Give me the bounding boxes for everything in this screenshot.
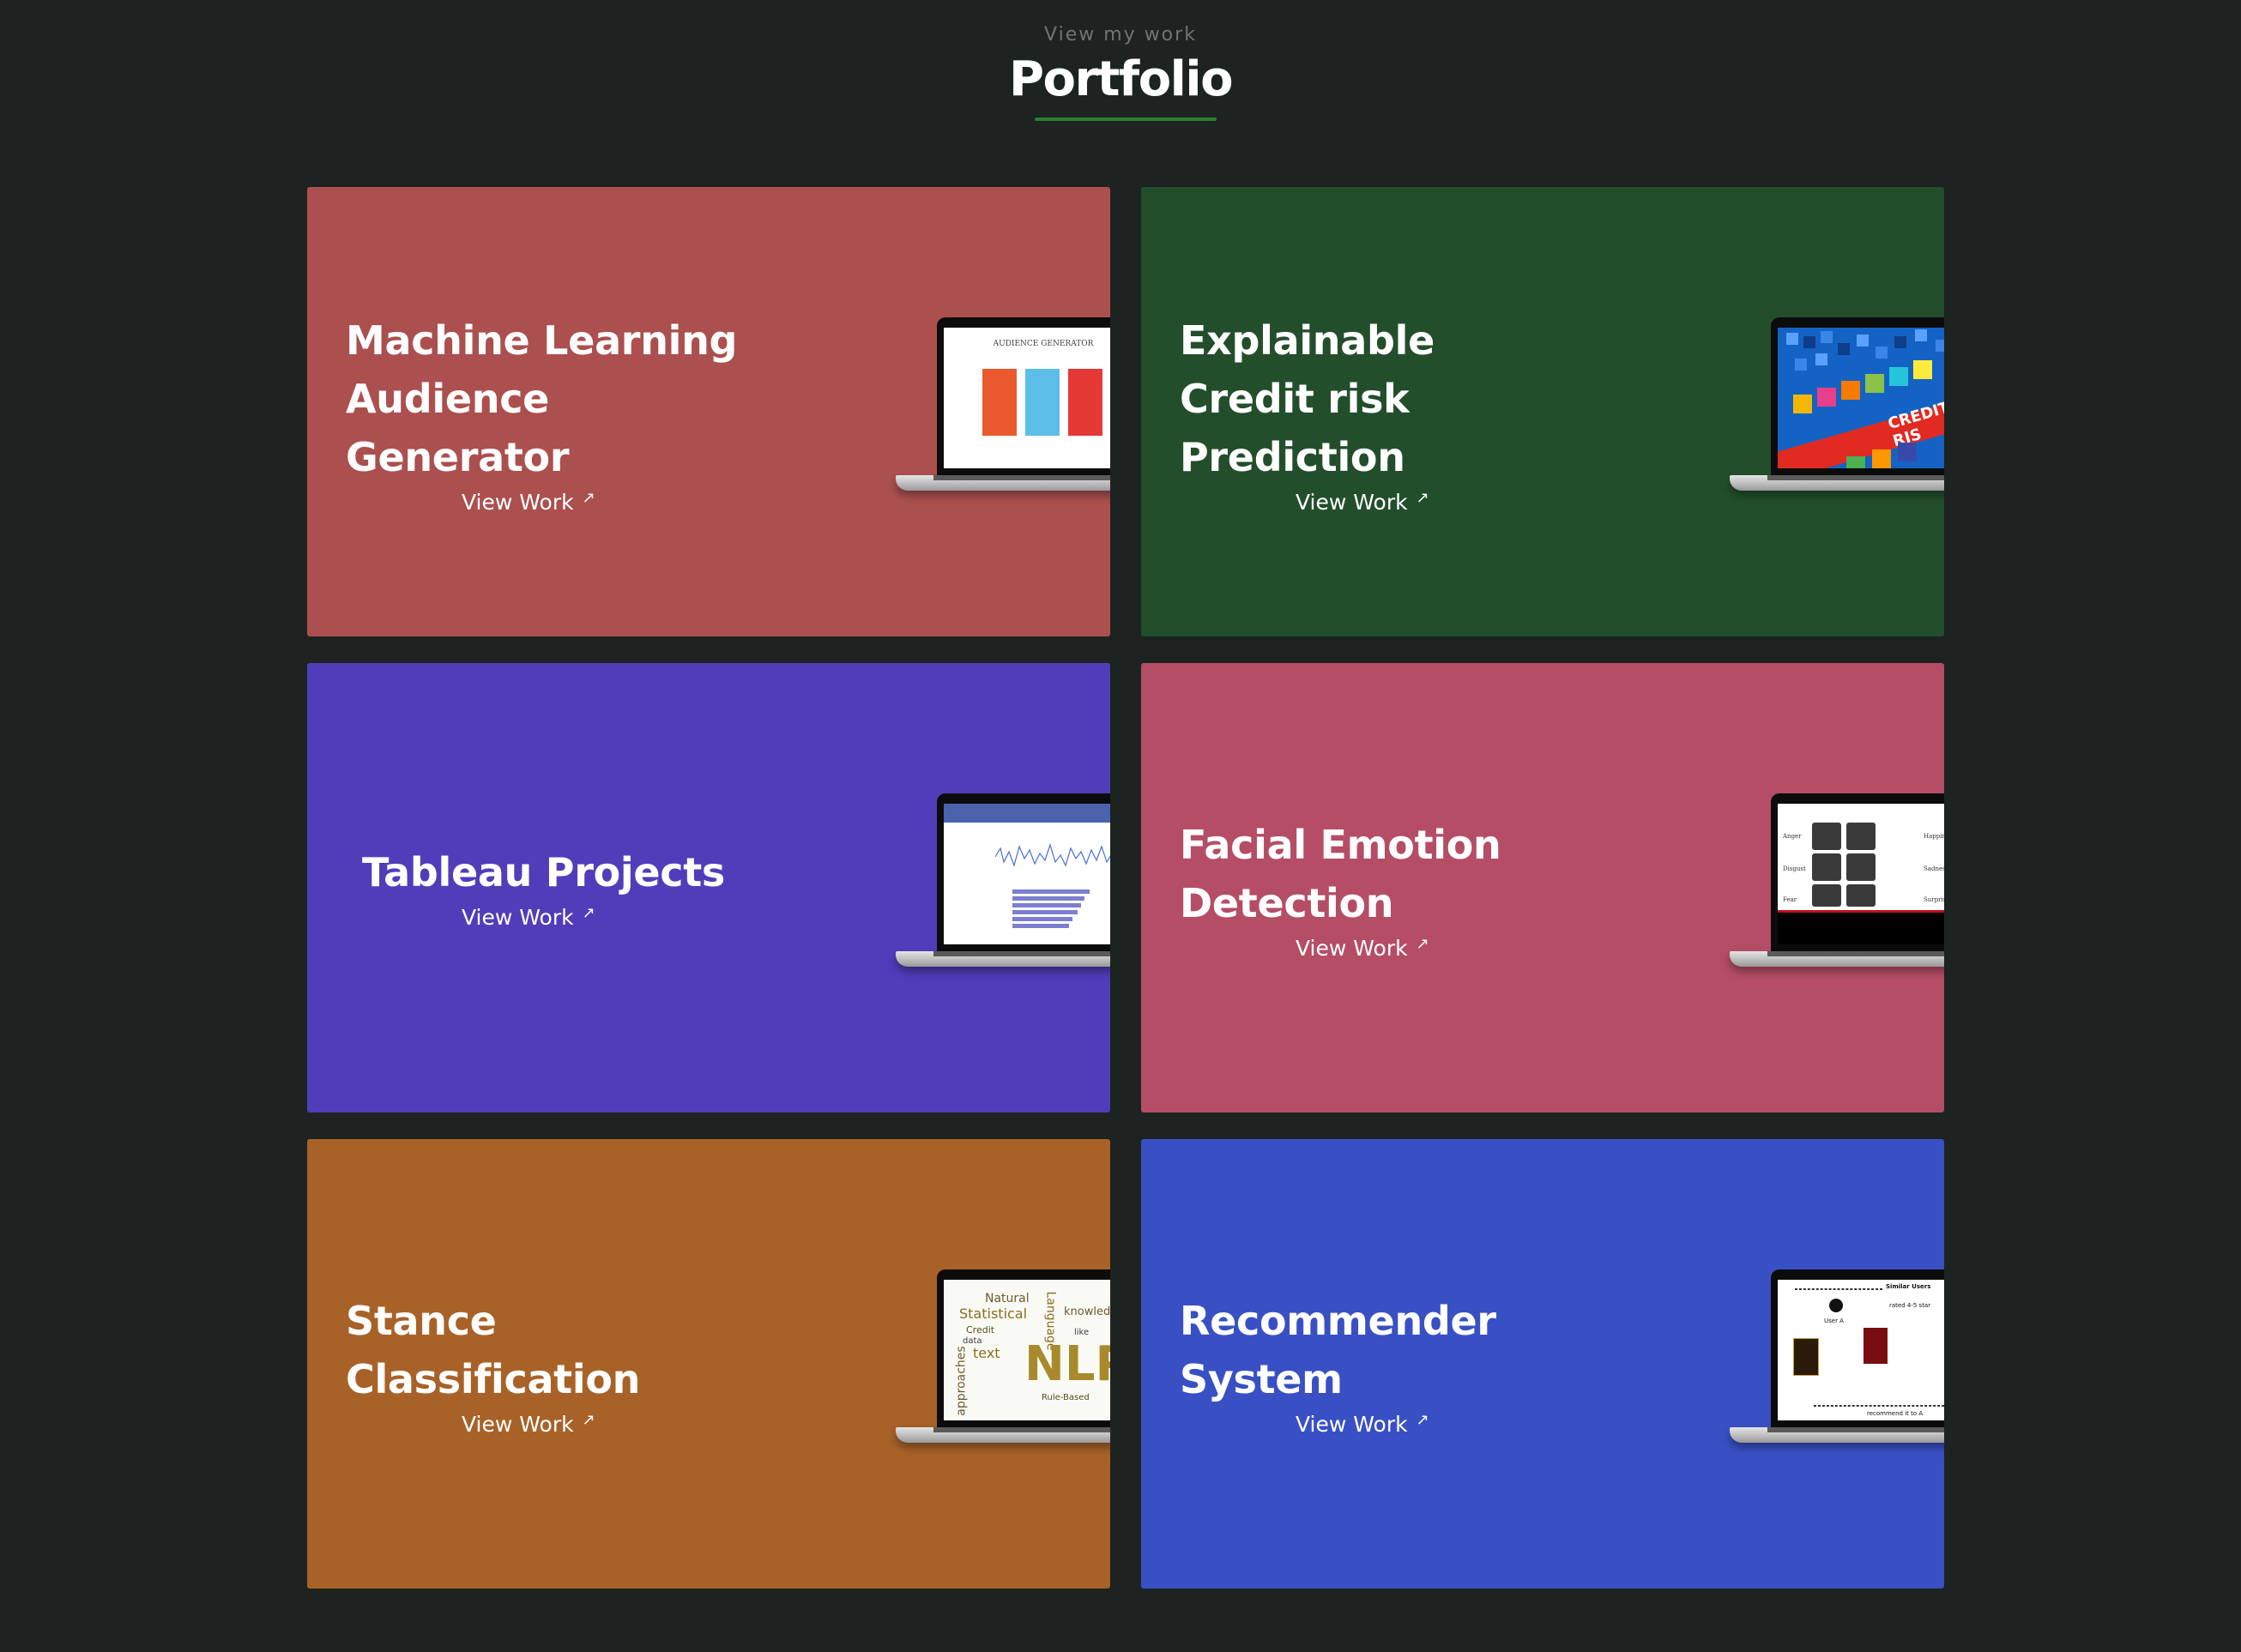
external-link-icon: ↗ bbox=[582, 904, 595, 922]
laptop-mockup: Anger Disgust Fear Happiness Sadness Sur… bbox=[1730, 793, 1944, 1006]
laptop-mockup: Similar Users User A rated 4-5 star reco… bbox=[1730, 1269, 1944, 1482]
card-title: Machine Learning Audience Generator bbox=[346, 317, 738, 480]
portfolio-card-credit-risk[interactable]: Explainable Credit risk Prediction View … bbox=[1141, 187, 1944, 636]
laptop-mockup: AUDIENCE GENERATOR bbox=[896, 317, 1110, 530]
view-work-link[interactable]: View Work ↗ bbox=[1296, 1411, 1429, 1437]
card-title: Stance Classification bbox=[346, 1298, 641, 1402]
portfolio-card-audience-generator[interactable]: Machine Learning Audience Generator View… bbox=[307, 187, 1110, 636]
view-work-link[interactable]: View Work ↗ bbox=[462, 489, 595, 515]
card-title: Explainable Credit risk Prediction bbox=[1180, 317, 1435, 480]
page-title: Portfolio bbox=[1008, 51, 1234, 107]
external-link-icon: ↗ bbox=[1416, 1411, 1429, 1429]
card-title: Tableau Projects bbox=[362, 849, 725, 895]
external-link-icon: ↗ bbox=[582, 1411, 595, 1429]
nlp-word-cloud-screenshot: Natural Statistical Credit data text app… bbox=[944, 1280, 1110, 1420]
view-work-link[interactable]: View Work ↗ bbox=[462, 904, 595, 930]
view-work-link[interactable]: View Work ↗ bbox=[1296, 489, 1429, 515]
laptop-mockup: Natural Statistical Credit data text app… bbox=[896, 1269, 1110, 1482]
title-underline bbox=[1035, 118, 1217, 121]
audience-generator-screenshot: AUDIENCE GENERATOR bbox=[944, 328, 1110, 468]
facial-emotion-screenshot: Anger Disgust Fear Happiness Sadness Sur… bbox=[1778, 804, 1944, 944]
view-work-link[interactable]: View Work ↗ bbox=[1296, 935, 1429, 961]
external-link-icon: ↗ bbox=[582, 489, 595, 507]
portfolio-card-tableau[interactable]: Tableau Projects View Work ↗ bbox=[307, 663, 1110, 1112]
credit-risk-screenshot: CREDIT RIS bbox=[1778, 328, 1944, 468]
portfolio-card-facial-emotion[interactable]: Facial Emotion Detection View Work ↗ Ange… bbox=[1141, 663, 1944, 1112]
card-title: Facial Emotion Detection bbox=[1180, 822, 1501, 926]
section-eyebrow: View my work bbox=[1044, 24, 1197, 45]
laptop-mockup: CREDIT RIS bbox=[1730, 317, 1944, 530]
card-title: Recommender System bbox=[1180, 1298, 1496, 1402]
portfolio-card-recommender[interactable]: Recommender System View Work ↗ Similar Us… bbox=[1141, 1139, 1944, 1589]
external-link-icon: ↗ bbox=[1416, 489, 1429, 507]
laptop-mockup bbox=[896, 793, 1110, 1006]
external-link-icon: ↗ bbox=[1416, 935, 1429, 953]
portfolio-card-stance-classification[interactable]: Stance Classification View Work ↗ Natural… bbox=[307, 1139, 1110, 1589]
tableau-dashboard-screenshot bbox=[944, 804, 1110, 944]
recommender-diagram-screenshot: Similar Users User A rated 4-5 star reco… bbox=[1778, 1280, 1944, 1420]
view-work-link[interactable]: View Work ↗ bbox=[462, 1411, 595, 1437]
